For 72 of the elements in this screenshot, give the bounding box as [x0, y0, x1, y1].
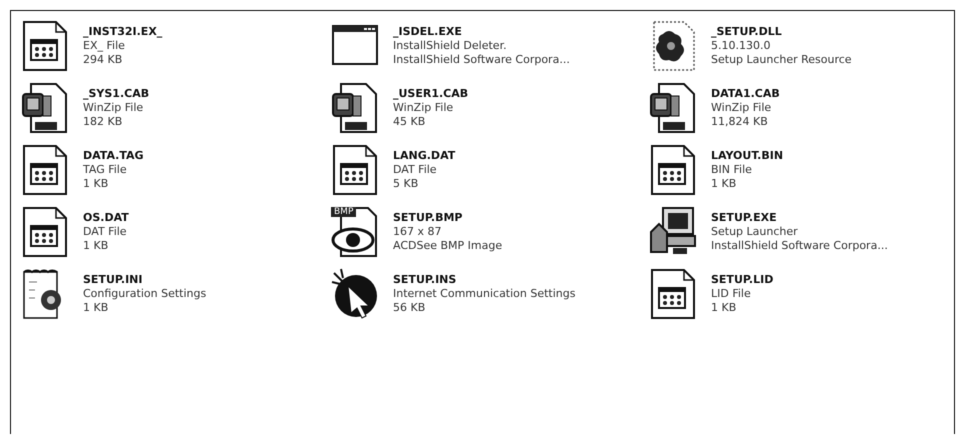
document-icon: [21, 144, 69, 196]
archive-icon: [21, 82, 69, 134]
file-tile[interactable]: SETUP.INS Internet Communication Settings 56 KB: [331, 263, 649, 325]
file-tile[interactable]: SETUP.LID LID File 1 KB: [649, 263, 949, 325]
file-detail: 1 KB: [83, 177, 110, 191]
file-tile[interactable]: _INST32I.EX_ EX_ File 294 KB: [21, 15, 331, 77]
file-name: SETUP.LID: [711, 273, 774, 287]
file-tile[interactable]: SETUP.INI Configuration Settings 1 KB: [21, 263, 331, 325]
file-tile[interactable]: _SYS1.CAB WinZip File 182 KB: [21, 77, 331, 139]
file-detail: InstallShield Software Corpora...: [393, 53, 570, 67]
file-detail: WinZip File: [393, 101, 454, 115]
file-tile[interactable]: _SETUP.DLL 5.10.130.0 Setup Launcher Resource: [649, 15, 949, 77]
document-icon: [649, 144, 697, 196]
file-detail: LID File: [711, 287, 752, 301]
file-tile[interactable]: LANG.DAT DAT File 5 KB: [331, 139, 649, 201]
file-detail: InstallShield Deleter.: [393, 39, 508, 53]
document-icon: [21, 206, 69, 258]
file-tile[interactable]: _USER1.CAB WinZip File 45 KB: [331, 77, 649, 139]
file-detail: 182 KB: [83, 115, 124, 129]
file-detail: Setup Launcher: [711, 225, 799, 239]
file-detail: Configuration Settings: [83, 287, 206, 301]
file-name: _SETUP.DLL: [711, 25, 783, 39]
file-tile[interactable]: LAYOUT.BIN BIN File 1 KB: [649, 139, 949, 201]
file-detail: 11,824 KB: [711, 115, 769, 129]
file-detail: BIN File: [711, 163, 753, 177]
cursor-icon: [331, 268, 379, 320]
document-icon: [21, 20, 69, 72]
eye-document-icon: [331, 206, 379, 258]
file-detail: Setup Launcher Resource: [711, 53, 852, 67]
archive-icon: [331, 82, 379, 134]
file-detail: 56 KB: [393, 301, 426, 315]
file-detail: 1 KB: [711, 177, 738, 191]
file-detail: 1 KB: [83, 239, 110, 253]
file-detail: Internet Communication Settings: [393, 287, 576, 301]
file-name: SETUP.INS: [393, 273, 458, 287]
document-icon: [649, 268, 697, 320]
document-icon: [331, 144, 379, 196]
file-tile[interactable]: OS.DAT DAT File 1 KB: [21, 201, 331, 263]
file-detail: ACDSee BMP Image: [393, 239, 502, 253]
file-tile[interactable]: DATA.TAG TAG File 1 KB: [21, 139, 331, 201]
file-detail: 45 KB: [393, 115, 426, 129]
file-detail: 1 KB: [711, 301, 738, 315]
file-name: LANG.DAT: [393, 149, 456, 163]
file-detail: 167 x 87: [393, 225, 442, 239]
file-name: DATA.TAG: [83, 149, 144, 163]
file-tile[interactable]: SETUP.EXE Setup Launcher InstallShield Software Corpora...: [649, 201, 949, 263]
file-type-badge: BMP: [331, 207, 356, 217]
file-detail: 5.10.130.0: [711, 39, 772, 53]
file-name: LAYOUT.BIN: [711, 149, 784, 163]
file-name: DATA1.CAB: [711, 87, 780, 101]
file-name: _INST32I.EX_: [83, 25, 162, 39]
file-tile[interactable]: DATA1.CAB WinZip File 11,824 KB: [649, 77, 949, 139]
file-detail: DAT File: [83, 225, 128, 239]
file-name: SETUP.BMP: [393, 211, 464, 225]
file-detail: WinZip File: [83, 101, 144, 115]
file-name: SETUP.EXE: [711, 211, 778, 225]
file-name: _ISDEL.EXE: [393, 25, 463, 39]
file-name: _USER1.CAB: [393, 87, 468, 101]
file-detail: TAG File: [83, 163, 128, 177]
file-detail: InstallShield Software Corpora...: [711, 239, 888, 253]
file-name: OS.DAT: [83, 211, 129, 225]
file-tile[interactable]: _ISDEL.EXE InstallShield Deleter. InstallShield Software Corpora...: [331, 15, 649, 77]
file-detail: WinZip File: [711, 101, 772, 115]
file-detail: EX_ File: [83, 39, 126, 53]
file-detail: 1 KB: [83, 301, 110, 315]
archive-icon: [649, 82, 697, 134]
file-detail: DAT File: [393, 163, 438, 177]
file-name: SETUP.INI: [83, 273, 144, 287]
file-tile[interactable]: BMP SETUP.BMP 167 x 87 ACDSee BMP Image: [331, 201, 649, 263]
file-name: _SYS1.CAB: [83, 87, 150, 101]
file-detail: 294 KB: [83, 53, 124, 67]
file-detail: 5 KB: [393, 177, 420, 191]
